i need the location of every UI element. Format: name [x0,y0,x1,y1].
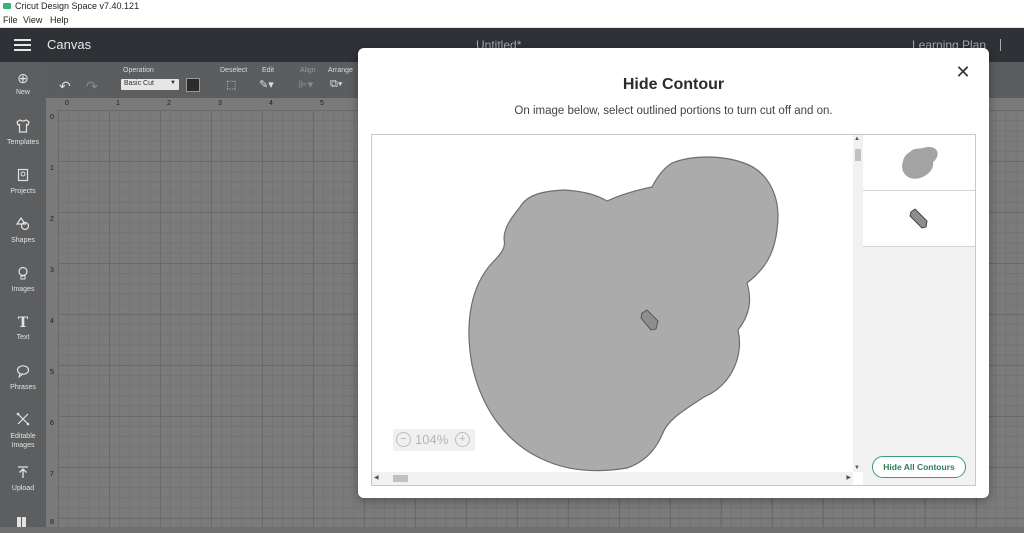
lightbulb-icon [0,266,46,283]
layer-item-inner[interactable] [863,191,975,247]
preview-horizontal-scrollbar[interactable]: ◀ ▶ [372,472,853,485]
zoom-out-button[interactable]: − [396,432,411,447]
ruler-left: 0 1 2 3 4 5 6 7 8 [46,110,58,527]
outer-contour-shape[interactable] [468,156,779,472]
sidebar-item-label: Projects [10,188,36,195]
sidebar-item-more[interactable] [0,514,46,533]
ruler-tick: 7 [50,471,54,478]
ruler-tick: 5 [50,369,54,376]
sidebar-item-upload[interactable]: Upload [0,465,46,492]
sidebar-item-shapes[interactable]: Shapes [0,216,46,244]
arrange-icon[interactable]: ⧉▾ [330,78,342,91]
scroll-up-icon[interactable]: ▲ [854,136,860,142]
sidebar-item-label: Shapes [11,237,35,244]
plus-circle-icon: ⊕ [17,70,29,86]
operation-label: Operation [123,67,154,74]
redo-icon[interactable]: ↷ [86,78,98,95]
arrange-label: Arrange [328,67,353,74]
more-icon [0,514,46,530]
operation-value: Basic Cut [124,80,154,87]
operation-select[interactable]: Basic Cut ▼ [121,79,179,90]
deselect-icon[interactable]: ⬚ [226,78,236,91]
align-label: Align [300,67,316,74]
zoom-in-button[interactable]: + [455,432,470,447]
cricut-app-icon [3,3,11,9]
sidebar-item-label: Phrases [10,384,36,391]
ruler-tick: 3 [50,267,54,274]
scroll-thumb[interactable] [393,475,408,482]
text-icon: T [17,315,29,331]
sidebar-item-label: Editable Images [10,433,36,449]
ruler-tick: 4 [269,100,273,107]
layer-item-outer[interactable] [863,135,975,191]
header-divider [1000,39,1001,51]
ruler-tick: 0 [65,100,69,107]
edit-pen-icon[interactable]: ✎▾ [259,78,274,91]
sidebar-item-projects[interactable]: Projects [0,168,46,195]
speech-bubble-icon [0,364,46,381]
dialog-title: Hide Contour [622,76,725,93]
dialog-subtitle: On image below, select outlined portions… [514,105,833,117]
inner-layer-thumbnail [909,208,928,229]
sidebar-item-images[interactable]: Images [0,266,46,293]
window-titlebar: Cricut Design Space v7.40.121 [0,0,1024,13]
sidebar-item-editable-images[interactable]: Editable Images [0,412,46,450]
ruler-tick: 6 [50,420,54,427]
scroll-left-icon[interactable]: ◀ [374,474,379,481]
zoom-value: 104% [415,432,449,447]
scroll-down-icon[interactable]: ▼ [854,465,860,471]
editable-images-icon [0,412,46,429]
sidebar-item-phrases[interactable]: Phrases [0,364,46,391]
edit-label: Edit [262,67,275,74]
ruler-tick: 3 [218,100,222,107]
sidebar-item-label: New [15,89,30,96]
ruler-tick: 2 [167,100,171,107]
canvas-label: Canvas [47,37,92,52]
ruler-tick: 1 [116,100,120,107]
hide-contour-dialog: Hide Contour On image below, select outl… [358,48,989,498]
undo-icon[interactable]: ↶ [59,78,71,95]
outer-layer-thumbnail [902,147,938,179]
ruler-tick: 1 [50,165,54,172]
operation-color-swatch[interactable] [186,78,200,92]
window-title: Cricut Design Space v7.40.121 [15,1,140,11]
sidebar-item-label: Upload [11,485,35,492]
sidebar-item-templates[interactable]: Templates [0,119,46,146]
projects-icon [0,168,46,185]
hide-all-contours-button[interactable]: Hide All Contours [872,456,966,478]
ruler-tick: 5 [320,100,324,107]
ruler-tick: 4 [50,318,54,325]
menu-help[interactable]: Help [50,15,69,25]
ruler-tick: 2 [50,216,54,223]
sidebar-item-text[interactable]: T Text [0,315,46,341]
sidebar-item-new[interactable]: ⊕ New [0,70,46,96]
scroll-right-icon[interactable]: ▶ [846,474,851,481]
contour-layer-list [863,134,976,486]
contour-preview-area[interactable]: − 104% + ▲ ▼ ◀ ▶ [371,134,864,486]
contour-preview-svg [468,156,779,472]
left-sidebar: ⊕ New Templates Projects Shapes Images T… [0,62,46,527]
close-icon[interactable]: ✕ [955,63,971,81]
ruler-tick: 0 [50,114,54,121]
ruler-tick: 8 [50,519,54,526]
hamburger-menu-icon[interactable] [14,39,31,51]
zoom-control: − 104% + [393,429,475,451]
sidebar-item-label: Text [16,334,30,341]
menu-file[interactable]: File [3,15,18,25]
shapes-icon [0,216,46,234]
sidebar-item-label: Images [11,286,35,293]
deselect-label: Deselect [220,67,248,74]
preview-vertical-scrollbar[interactable]: ▲ ▼ [853,135,863,472]
upload-icon [0,465,46,482]
shirt-icon [0,119,46,136]
scroll-thumb[interactable] [855,149,861,161]
menu-view[interactable]: View [23,15,42,25]
sidebar-item-label: Templates [7,139,39,146]
menu-bar: File View Help [0,13,1024,28]
chevron-down-icon: ▼ [170,80,176,86]
align-icon[interactable]: ⊫▾ [298,78,313,91]
